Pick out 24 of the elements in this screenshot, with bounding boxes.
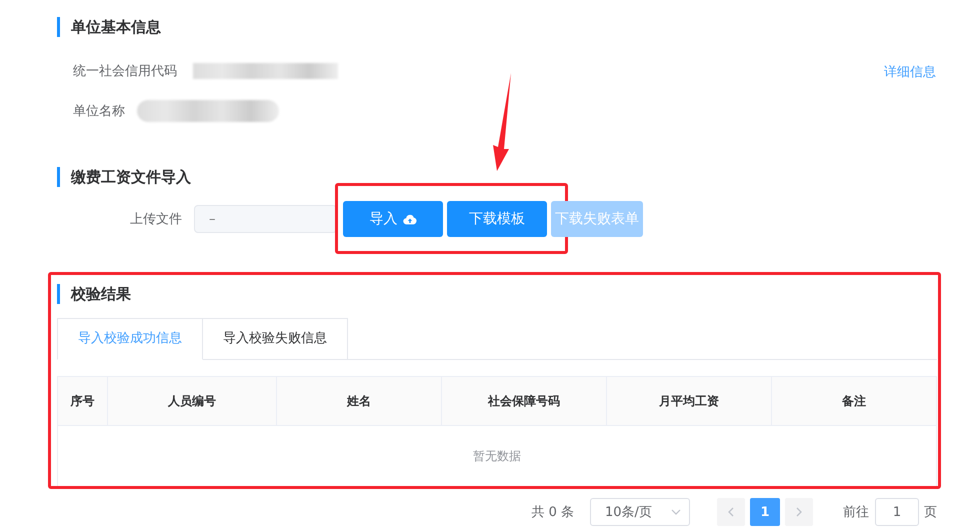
upload-field[interactable]: – [194,205,337,233]
tab[interactable]: 导入校验失败信息 [203,318,348,359]
goto-page-field[interactable]: 1 [875,498,919,526]
field-label: 单位名称 [73,103,125,120]
detail-link[interactable]: 详细信息 [884,59,936,81]
goto-label: 前往 [843,504,869,521]
action-button[interactable]: 下载模板 [447,201,547,237]
column-header: 社会保障号码 [442,377,607,425]
page-size-select[interactable]: 10条/页 [590,498,690,526]
column-header: 月平均工资 [607,377,772,425]
section-title: 校验结果 [57,284,936,304]
upload-label: 上传文件 [130,211,182,228]
section-title: 单位基本信息 [57,17,936,37]
column-header: 序号 [58,377,108,425]
empty-text: 暂无数据 [473,448,521,464]
field-label: 统一社会信用代码 [73,63,177,80]
column-header: 人员编号 [108,377,277,425]
page-unit: 页 [924,504,937,521]
column-header: 姓名 [277,377,442,425]
total-count: 共 0 条 [531,504,574,521]
page-button[interactable]: 1 [750,498,780,526]
action-button[interactable]: 导入 [343,201,443,237]
column-header: 备注 [841,392,867,410]
tab[interactable]: 导入校验成功信息 [57,318,203,360]
